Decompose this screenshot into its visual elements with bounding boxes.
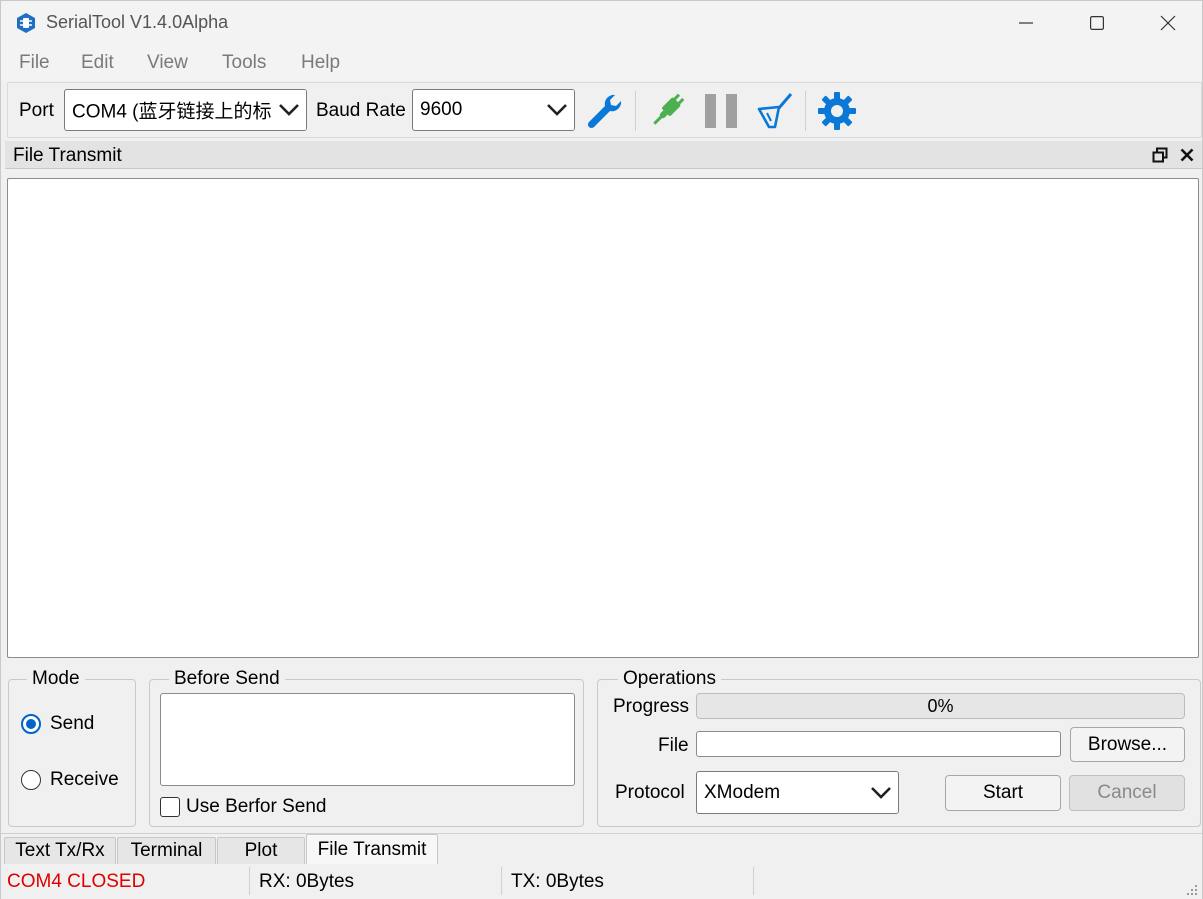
status-separator: [501, 867, 502, 895]
status-separator: [249, 867, 250, 895]
close-window-button[interactable]: [1133, 1, 1203, 45]
tab-plot[interactable]: Plot: [217, 837, 305, 864]
use-before-send-checkbox[interactable]: Use Berfor Send: [160, 796, 326, 818]
dock-title: File Transmit: [13, 145, 122, 166]
menu-view[interactable]: View: [147, 52, 188, 74]
menu-edit[interactable]: Edit: [81, 52, 114, 74]
progress-text: 0%: [927, 695, 954, 716]
toolbar-separator: [805, 91, 806, 131]
mode-send-radio[interactable]: Send: [21, 713, 94, 735]
dock-title-bar[interactable]: File Transmit: [5, 141, 1202, 169]
window-title: SerialTool V1.4.0Alpha: [46, 12, 229, 32]
use-before-send-label: Use Berfor Send: [186, 796, 327, 817]
menu-help[interactable]: Help: [301, 52, 340, 74]
mode-send-label: Send: [50, 713, 95, 734]
cancel-button[interactable]: Cancel: [1069, 775, 1185, 811]
app-window: SerialTool V1.4.0Alpha File Edit View To…: [0, 0, 1203, 899]
status-separator: [753, 867, 754, 895]
pause-icon[interactable]: [699, 89, 743, 133]
plug-icon[interactable]: [645, 89, 689, 133]
checkbox-unchecked-icon: [160, 797, 180, 817]
file-label: File: [658, 735, 689, 756]
progress-label: Progress: [613, 696, 690, 717]
before-send-legend: Before Send: [169, 668, 285, 690]
radio-selected-icon: [21, 714, 41, 734]
radio-unselected-icon: [21, 770, 41, 790]
maximize-button[interactable]: [1062, 1, 1132, 45]
tx-bytes: TX: 0Bytes: [511, 871, 604, 892]
wrench-icon[interactable]: [582, 89, 626, 133]
tab-terminal[interactable]: Terminal: [117, 837, 216, 864]
mode-receive-radio[interactable]: Receive: [21, 769, 119, 791]
chevron-down-icon: [272, 90, 306, 130]
file-path-input[interactable]: [696, 731, 1061, 757]
baud-rate-select[interactable]: 9600: [412, 89, 575, 131]
start-button[interactable]: Start: [945, 775, 1061, 811]
tab-file-transmit[interactable]: File Transmit: [306, 834, 438, 864]
chevron-down-icon: [864, 772, 898, 813]
app-logo-icon: [15, 12, 37, 34]
port-label: Port: [19, 100, 54, 121]
mode-group: Mode Send Receive: [8, 668, 136, 827]
title-bar[interactable]: SerialTool V1.4.0Alpha: [1, 1, 1202, 45]
port-select[interactable]: COM4 (蓝牙链接上的标准串行 (COM4)): [64, 89, 307, 131]
protocol-select[interactable]: XModem: [696, 771, 899, 814]
menu-bar: File Edit View Tools Help: [1, 45, 1202, 81]
port-status: COM4 CLOSED: [7, 871, 146, 892]
operations-legend: Operations: [618, 668, 721, 690]
clear-icon[interactable]: [753, 89, 797, 133]
resize-grip-icon[interactable]: [1186, 884, 1198, 896]
operations-group: Operations Progress 0% File Browse... Pr…: [597, 668, 1201, 827]
toolbar-separator: [635, 91, 636, 131]
minimize-icon: [1019, 22, 1033, 24]
baud-rate-label: Baud Rate: [316, 100, 406, 121]
chevron-down-icon: [540, 90, 574, 130]
mode-legend: Mode: [27, 668, 85, 690]
restore-icon: [1152, 147, 1168, 163]
before-send-input[interactable]: [160, 693, 575, 786]
close-icon: [1180, 148, 1194, 162]
maximize-icon: [1090, 16, 1104, 30]
protocol-value: XModem: [704, 781, 781, 803]
close-icon: [1160, 15, 1176, 31]
rx-bytes: RX: 0Bytes: [259, 871, 355, 892]
protocol-label: Protocol: [615, 782, 685, 803]
float-dock-button[interactable]: [1151, 146, 1169, 164]
browse-button[interactable]: Browse...: [1070, 727, 1185, 762]
baud-rate-value: 9600: [420, 99, 463, 120]
minimize-button[interactable]: [991, 1, 1061, 45]
toolbar: Port COM4 (蓝牙链接上的标准串行 (COM4)) Baud Rate …: [7, 82, 1202, 138]
menu-tools[interactable]: Tools: [222, 52, 266, 74]
mode-receive-label: Receive: [50, 769, 119, 790]
close-dock-button[interactable]: [1178, 146, 1196, 164]
tab-bar: Text Tx/Rx Terminal Plot File Transmit: [1, 833, 1202, 864]
file-transmit-log[interactable]: [7, 178, 1199, 658]
menu-file[interactable]: File: [19, 52, 50, 74]
before-send-group: Before Send Use Berfor Send: [149, 668, 584, 827]
tab-text-tx-rx[interactable]: Text Tx/Rx: [4, 837, 116, 864]
status-bar: COM4 CLOSED RX: 0Bytes TX: 0Bytes: [1, 864, 1202, 899]
settings-gear-icon[interactable]: [815, 89, 859, 133]
progress-bar: 0%: [696, 693, 1185, 719]
